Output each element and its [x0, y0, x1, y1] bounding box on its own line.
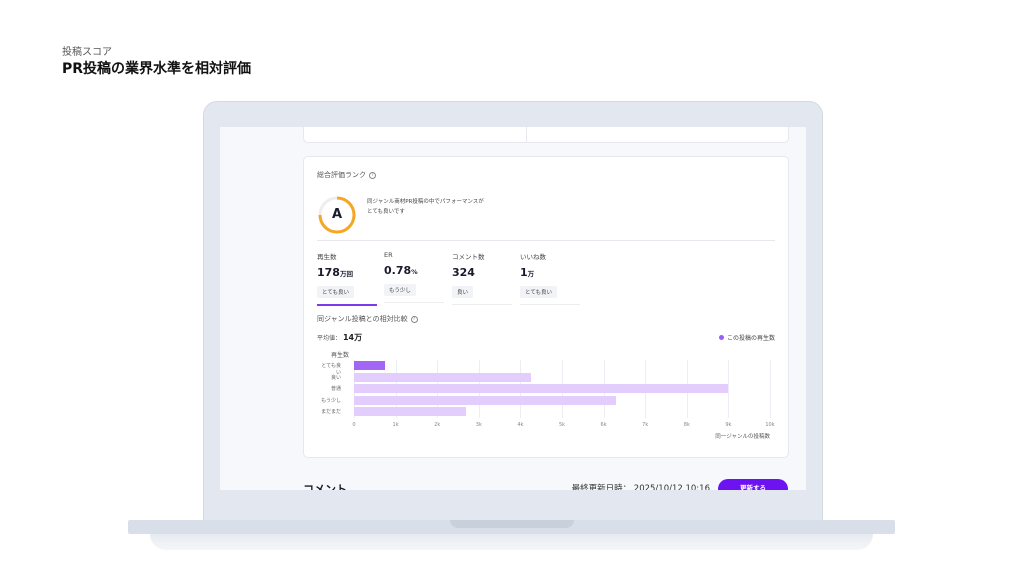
bar	[354, 372, 531, 382]
x-tick-label: 8k	[683, 422, 690, 428]
x-tick-label: 10k	[765, 422, 775, 428]
rank-label: 総合評価ランク?	[317, 170, 376, 180]
app-screen: 総合評価ランク? A 同ジャンル商材PR投稿の中でパフォーマンスが とても良いです…	[220, 127, 806, 490]
legend-dot-icon	[718, 335, 724, 340]
gridline	[728, 360, 730, 418]
x-tick-label: 3k	[475, 422, 482, 428]
last-updated: 最終更新日時： 2025/10/12 10:16	[571, 484, 710, 490]
metric-name: ER	[384, 251, 393, 259]
x-tick-label: 4k	[517, 422, 524, 428]
x-tick-label: 6k	[600, 422, 607, 428]
rank-grade: A	[331, 207, 343, 222]
rank-description: 同ジャンル商材PR投稿の中でパフォーマンスが とても良いです	[367, 199, 484, 215]
metric-tab[interactable]: ER 0.78% もう少し	[384, 251, 444, 303]
bar	[354, 361, 386, 370]
x-tick-label: 7k	[642, 422, 649, 428]
y-tick-label: まだまだ	[321, 409, 341, 416]
help-icon[interactable]: ?	[369, 171, 376, 179]
metric-value: 1万	[520, 266, 535, 279]
gridline	[770, 360, 771, 418]
page-title: PR投稿の業界水準を相対評価	[62, 61, 252, 77]
metric-tab[interactable]: コメント数 324 良い	[452, 251, 512, 305]
x-tick-label: 2k	[434, 422, 441, 428]
help-icon[interactable]: ?	[410, 315, 418, 323]
metric-value: 324	[452, 266, 475, 279]
compare-title: 同ジャンル投稿との相対比較?	[317, 314, 418, 324]
x-tick-label: 1k	[392, 422, 399, 428]
bar	[354, 407, 467, 417]
metric-name: いいね数	[520, 253, 546, 261]
metric-tab[interactable]: いいね数 1万 とても良い	[520, 251, 580, 305]
range-card	[303, 127, 789, 143]
comment-section-title: コメント	[303, 483, 347, 490]
metric-badge: もう少し	[384, 284, 416, 296]
y-axis-label: 再生数	[330, 352, 349, 359]
metric-badge: 良い	[452, 286, 474, 298]
y-tick-label: 良い	[330, 374, 341, 381]
bar	[354, 384, 729, 394]
metric-value: 178万回	[317, 266, 353, 279]
bar	[354, 395, 617, 405]
y-tick-label: 普通	[330, 386, 341, 393]
average: 平均値： 14万	[317, 333, 363, 342]
score-card: 総合評価ランク? A 同ジャンル商材PR投稿の中でパフォーマンスが とても良いです…	[303, 156, 789, 458]
metric-badge: とても良い	[317, 286, 355, 298]
metric-tab[interactable]: 再生数 178万回 とても良い	[317, 251, 377, 306]
section-eyebrow: 投稿スコア	[62, 47, 112, 58]
x-tick-label: 0	[352, 422, 356, 428]
metric-name: コメント数	[452, 253, 485, 261]
laptop-base-bottom	[150, 534, 873, 550]
x-axis-label: 同一ジャンルの投稿数	[715, 434, 770, 440]
metric-value: 0.78%	[384, 264, 418, 277]
metric-badge: とても良い	[520, 286, 558, 298]
x-tick-label: 5k	[558, 422, 566, 428]
refresh-button[interactable]: 更新する	[718, 479, 788, 490]
laptop-notch	[450, 520, 574, 528]
chart-legend: この投稿の再生数	[718, 333, 775, 342]
metric-name: 再生数	[317, 253, 337, 261]
x-tick-label: 9k	[725, 422, 732, 428]
y-tick-label: もう少し	[321, 397, 341, 404]
